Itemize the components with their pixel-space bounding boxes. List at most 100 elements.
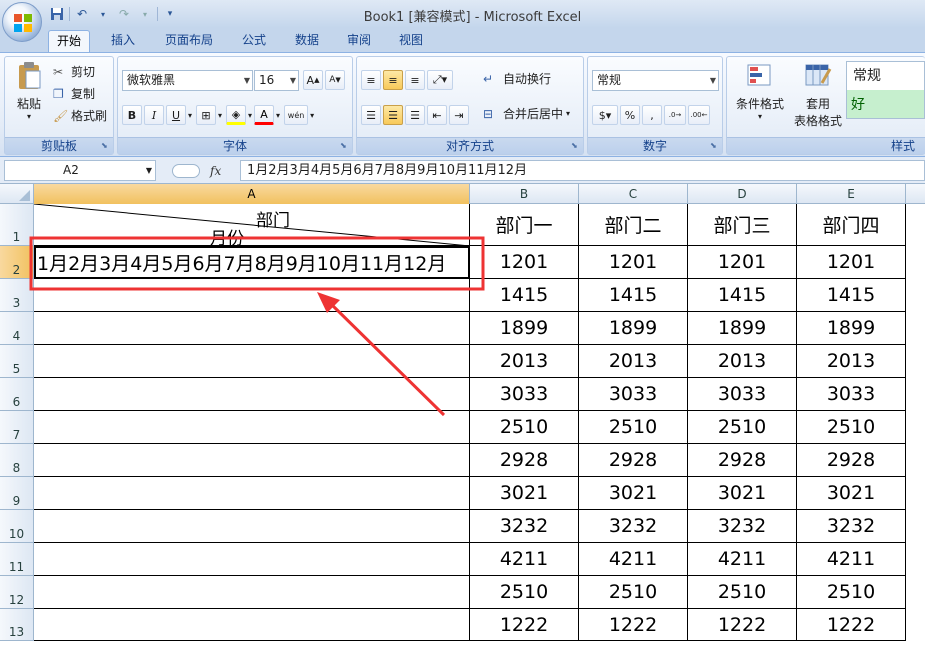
cell-c8[interactable]: 2928 [579,444,688,477]
cell-e4[interactable]: 1899 [797,312,906,345]
chevron-down-icon[interactable]: ▼ [146,161,152,180]
cell-b6[interactable]: 3033 [470,378,579,411]
cell-a2[interactable]: 1月2月3月4月5月6月7月8月9月10月11月12月 [34,246,470,279]
align-right-icon[interactable]: ☰ [405,105,425,125]
conditional-format-button[interactable]: 条件格式 ▾ [731,63,789,121]
column-header-a[interactable]: A [34,184,470,204]
chevron-down-icon[interactable]: ▾ [218,111,222,120]
cell-d13[interactable]: 1222 [688,609,797,641]
cell-a4[interactable] [34,312,470,345]
cell-d4[interactable]: 1899 [688,312,797,345]
cell-b5[interactable]: 2013 [470,345,579,378]
cell-b9[interactable]: 3021 [470,477,579,510]
cell-c4[interactable]: 1899 [579,312,688,345]
cell-a12[interactable] [34,576,470,609]
cell-b10[interactable]: 3232 [470,510,579,543]
chevron-down-icon[interactable]: ▾ [248,111,252,120]
cell-a10[interactable] [34,510,470,543]
row-header-12[interactable]: 12 [0,576,34,609]
dialog-launcher-icon[interactable]: ⬊ [571,141,581,151]
row-header-3[interactable]: 3 [0,279,34,312]
style-good[interactable]: 好 [847,90,924,118]
column-header-d[interactable]: D [688,184,797,204]
cell-d11[interactable]: 4211 [688,543,797,576]
cell-c13[interactable]: 1222 [579,609,688,641]
column-header-c[interactable]: C [579,184,688,204]
cell-a7[interactable] [34,411,470,444]
row-header-13[interactable]: 13 [0,609,34,641]
cell-c7[interactable]: 2510 [579,411,688,444]
cell-c2[interactable]: 1201 [579,246,688,279]
cell-a13[interactable] [34,609,470,641]
cell-c10[interactable]: 3232 [579,510,688,543]
percent-button[interactable]: % [620,105,640,125]
cell-d6[interactable]: 3033 [688,378,797,411]
cell-e10[interactable]: 3232 [797,510,906,543]
cell-d7[interactable]: 2510 [688,411,797,444]
borders-icon[interactable]: ⊞ [196,105,217,125]
wrap-text-button[interactable]: ↵ 自动换行 [483,70,551,87]
cell-e3[interactable]: 1415 [797,279,906,312]
column-header-e[interactable]: E [797,184,906,204]
column-header-b[interactable]: B [470,184,579,204]
format-as-table-button[interactable]: 套用 表格格式 [789,63,847,129]
dialog-launcher-icon[interactable]: ⬊ [340,141,350,151]
align-left-icon[interactable]: ☰ [361,105,381,125]
cell-d8[interactable]: 2928 [688,444,797,477]
cell-d1[interactable]: 部门三 [688,204,797,246]
cell-c11[interactable]: 4211 [579,543,688,576]
select-all-button[interactable] [0,184,34,204]
merge-center-button[interactable]: ⊟ 合并后居中 ▾ [483,105,570,122]
style-normal[interactable]: 常规 [847,62,924,88]
tab-home[interactable]: 开始 [48,30,91,52]
tab-page-layout[interactable]: 页面布局 [157,30,221,52]
align-top-icon[interactable]: ≡ [361,70,381,90]
dialog-launcher-icon[interactable]: ⬊ [101,141,111,151]
fx-button[interactable]: fx [210,164,221,178]
row-header-1[interactable]: 1 [0,204,34,246]
font-size-select[interactable]: 16 ▼ [254,70,299,91]
grow-font-icon[interactable]: A ▲ [303,70,323,90]
cell-d3[interactable]: 1415 [688,279,797,312]
tab-view[interactable]: 视图 [391,30,431,52]
formula-input[interactable]: 1月2月3月4月5月6月7月8月9月10月11月12月 [240,160,925,181]
format-painter-button[interactable]: 🖌 格式刷 [53,107,107,124]
dialog-launcher-icon[interactable]: ⬊ [710,141,720,151]
cell-e6[interactable]: 3033 [797,378,906,411]
shrink-font-icon[interactable]: A ▼ [325,70,345,90]
row-header-11[interactable]: 11 [0,543,34,576]
row-header-6[interactable]: 6 [0,378,34,411]
cell-b4[interactable]: 1899 [470,312,579,345]
cell-a6[interactable] [34,378,470,411]
cell-c5[interactable]: 2013 [579,345,688,378]
cell-d10[interactable]: 3232 [688,510,797,543]
cell-b13[interactable]: 1222 [470,609,579,641]
cut-button[interactable]: ✂ 剪切 [53,63,95,80]
cell-e12[interactable]: 2510 [797,576,906,609]
tab-insert[interactable]: 插入 [103,30,143,52]
cell-a3[interactable] [34,279,470,312]
cell-c6[interactable]: 3033 [579,378,688,411]
chevron-down-icon[interactable]: ▾ [276,111,280,120]
name-box[interactable]: A2 ▼ [4,160,156,181]
cell-b12[interactable]: 2510 [470,576,579,609]
bold-button[interactable]: B [122,105,142,125]
cell-d2[interactable]: 1201 [688,246,797,279]
cell-d9[interactable]: 3021 [688,477,797,510]
cell-b2[interactable]: 1201 [470,246,579,279]
tab-data[interactable]: 数据 [287,30,327,52]
align-middle-icon[interactable]: ≡ [383,70,403,90]
cell-c1[interactable]: 部门二 [579,204,688,246]
copy-button[interactable]: ❐ 复制 [53,85,95,102]
decrease-decimal-icon[interactable]: .00← [688,105,710,125]
row-header-9[interactable]: 9 [0,477,34,510]
increase-decimal-icon[interactable]: .0→ [664,105,686,125]
orientation-icon[interactable]: ⤢▾ [427,70,453,90]
underline-button[interactable]: U [166,105,186,125]
row-header-7[interactable]: 7 [0,411,34,444]
cell-e13[interactable]: 1222 [797,609,906,641]
office-button[interactable] [2,2,42,42]
cell-e9[interactable]: 3021 [797,477,906,510]
number-format-select[interactable]: 常规 ▼ [592,70,719,91]
cell-d5[interactable]: 2013 [688,345,797,378]
